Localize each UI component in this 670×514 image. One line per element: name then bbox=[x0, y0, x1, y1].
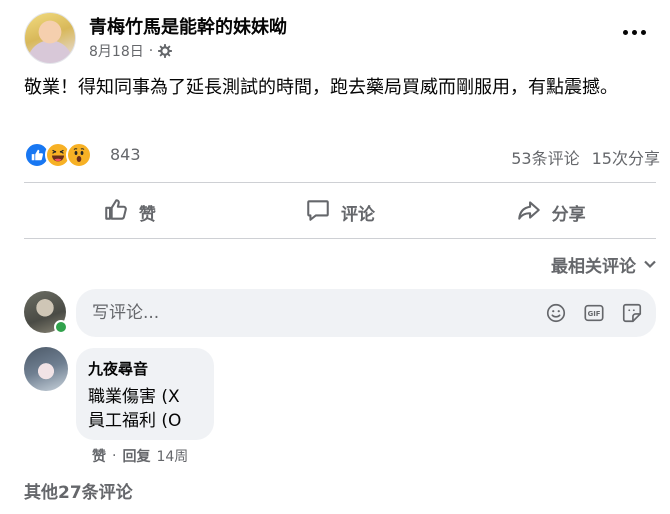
svg-text:GIF: GIF bbox=[588, 310, 601, 318]
comment-composer: GIF bbox=[76, 289, 656, 337]
comment-sort-dropdown[interactable]: 最相关评论 bbox=[551, 252, 656, 277]
online-status-indicator bbox=[54, 320, 68, 334]
view-more-comments-link[interactable]: 其他27条评论 bbox=[24, 478, 133, 503]
post-date[interactable]: 8月18日 bbox=[89, 41, 144, 61]
thumbs-up-icon bbox=[103, 197, 129, 228]
like-label: 赞 bbox=[138, 204, 156, 225]
comment-label: 评论 bbox=[341, 204, 375, 225]
post-stats: 53条评论 15次分享 bbox=[511, 145, 660, 169]
author-name[interactable]: 青梅竹馬是能幹的妹妹呦 bbox=[89, 13, 287, 39]
comment-text-line: 員工福利 (O bbox=[88, 411, 182, 431]
share-count[interactable]: 15次分享 bbox=[592, 145, 660, 169]
reaction-count[interactable]: 843 bbox=[110, 145, 141, 164]
divider bbox=[24, 238, 656, 239]
post-header: 青梅竹馬是能幹的妹妹呦 8月18日 · bbox=[24, 10, 656, 66]
commenter-name[interactable]: 九夜尋音 bbox=[88, 358, 202, 379]
reactions-summary: 843 53条评论 15次分享 bbox=[24, 140, 660, 170]
commenter-avatar[interactable] bbox=[24, 347, 68, 391]
post-meta: 8月18日 · bbox=[89, 41, 173, 61]
wow-reaction-icon bbox=[66, 142, 92, 168]
share-label: 分享 bbox=[551, 204, 586, 225]
share-arrow-icon bbox=[516, 197, 542, 228]
sort-label: 最相关评论 bbox=[551, 257, 636, 277]
post-actions: 赞 评论 分享 bbox=[24, 187, 656, 237]
composer-tools: GIF bbox=[544, 301, 644, 325]
share-button[interactable]: 分享 bbox=[445, 187, 656, 237]
comment-reply-button[interactable]: 回复 bbox=[122, 446, 150, 466]
facebook-post: 青梅竹馬是能幹的妹妹呦 8月18日 · 敬業！得知同事為了延長測試的時間，跑去藥… bbox=[0, 0, 670, 514]
comment-count[interactable]: 53条评论 bbox=[511, 145, 579, 169]
post-text: 敬業！得知同事為了延長測試的時間，跑去藥局買威而剛服用，有點震撼。 bbox=[24, 77, 618, 98]
gif-icon[interactable]: GIF bbox=[582, 301, 606, 325]
comment-bubble: 九夜尋音 職業傷害 (X 員工福利 (O bbox=[76, 348, 214, 440]
gear-icon[interactable] bbox=[158, 44, 173, 58]
comment-actions: 赞 · 回复 14周 bbox=[92, 446, 188, 466]
comment-input[interactable] bbox=[76, 289, 516, 337]
comment-bubble-icon bbox=[305, 197, 331, 228]
like-button[interactable]: 赞 bbox=[24, 187, 235, 237]
meta-separator: · bbox=[148, 43, 154, 59]
comment-text-line: 職業傷害 (X bbox=[88, 387, 180, 407]
reaction-icons[interactable] bbox=[24, 142, 92, 168]
more-options-icon[interactable] bbox=[618, 22, 650, 42]
author-avatar[interactable] bbox=[24, 12, 76, 64]
comment-actions-separator: · bbox=[112, 448, 117, 464]
emoji-icon[interactable] bbox=[544, 301, 568, 325]
chevron-down-icon bbox=[644, 255, 656, 275]
comment-age[interactable]: 14周 bbox=[156, 446, 188, 466]
comment-like-button[interactable]: 赞 bbox=[92, 446, 106, 466]
sticker-icon[interactable] bbox=[620, 301, 644, 325]
divider bbox=[24, 182, 656, 183]
comment-button[interactable]: 评论 bbox=[235, 187, 446, 237]
